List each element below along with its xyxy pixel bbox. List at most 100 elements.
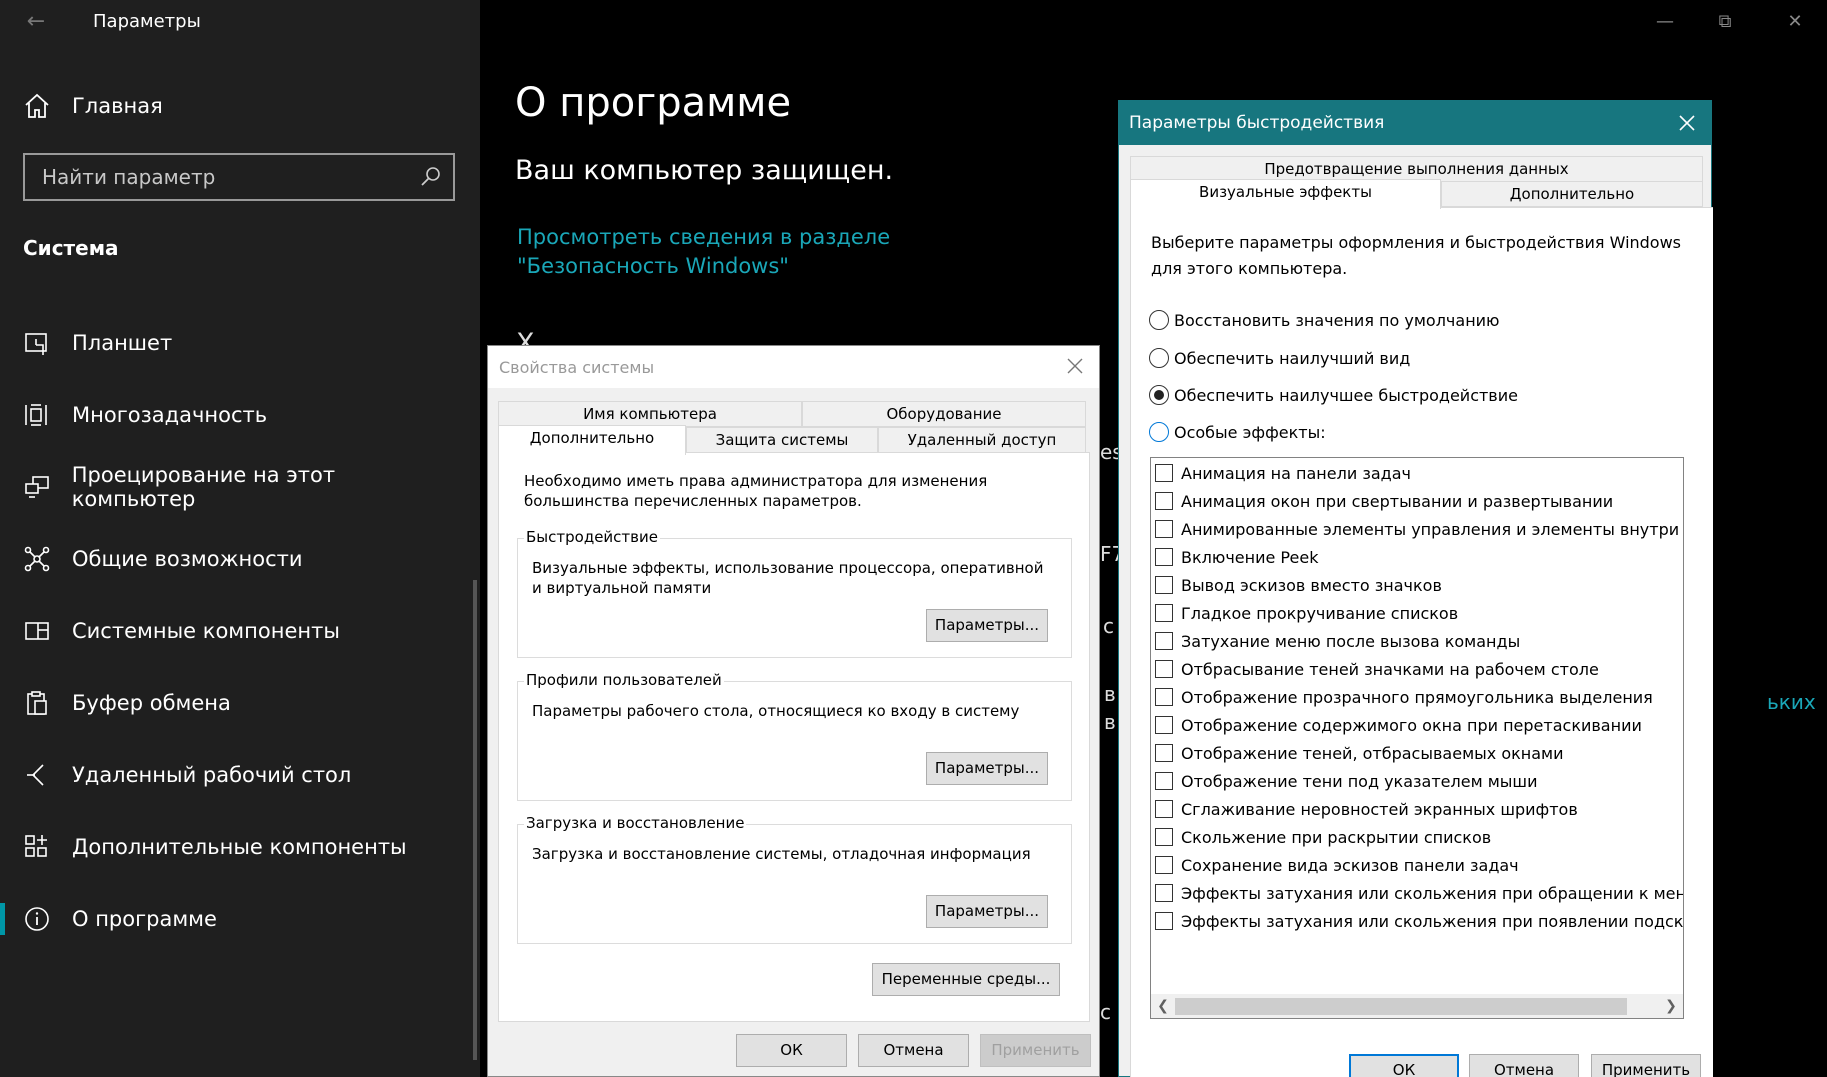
- projecting-icon: [25, 476, 49, 498]
- radio-custom[interactable]: Особые эффекты:: [1149, 420, 1326, 444]
- partially-hidden-text: в: [1104, 682, 1116, 706]
- apply-button[interactable]: Применить: [980, 1034, 1091, 1067]
- sidebar-item-system-components[interactable]: Системные компоненты: [22, 611, 462, 651]
- scroll-right-icon[interactable]: ❯: [1659, 994, 1683, 1018]
- close-icon[interactable]: ✕: [1775, 8, 1815, 36]
- user-profiles-group: Профили пользователей Параметры рабочего…: [517, 671, 1072, 801]
- group-title: Загрузка и восстановление: [524, 814, 747, 832]
- effect-checkbox[interactable]: Анимация на панели задач: [1155, 461, 1411, 485]
- sidebar-item-label: Системные компоненты: [72, 619, 340, 643]
- effect-checkbox[interactable]: Включение Peek: [1155, 545, 1318, 569]
- startup-recovery-group: Загрузка и восстановление Загрузка и вос…: [517, 814, 1072, 944]
- tab-visual-effects[interactable]: Визуальные эффекты: [1130, 179, 1441, 209]
- sidebar-item-multitasking[interactable]: Многозадачность: [22, 395, 462, 435]
- search-icon[interactable]: [419, 165, 443, 189]
- cancel-button[interactable]: Отмена: [858, 1034, 969, 1067]
- radio-label: Обеспечить наилучшее быстродействие: [1174, 385, 1518, 405]
- sidebar-item-remote-desktop[interactable]: Удаленный рабочий стол: [22, 755, 462, 795]
- effect-label: Анимация окон при свертывании и разверты…: [1181, 491, 1614, 511]
- search-input[interactable]: [25, 155, 405, 199]
- sidebar-item-tablet[interactable]: Планшет: [22, 323, 462, 363]
- effect-label: Отбрасывание теней значками на рабочем с…: [1181, 659, 1599, 679]
- effect-checkbox[interactable]: Отбрасывание теней значками на рабочем с…: [1155, 657, 1599, 681]
- sidebar-item-label: Удаленный рабочий стол: [72, 763, 352, 787]
- visual-effects-description: Выберите параметры оформления и быстроде…: [1151, 233, 1682, 278]
- effect-checkbox[interactable]: Анимация окон при свертывании и разверты…: [1155, 489, 1613, 513]
- effect-checkbox[interactable]: Сохранение вида эскизов панели задач: [1155, 853, 1519, 877]
- performance-group: Быстродействие Визуальные эффекты, испол…: [517, 528, 1072, 658]
- system-components-icon: [25, 622, 49, 640]
- optional-features-icon: [25, 835, 47, 857]
- tab-hardware[interactable]: Оборудование: [802, 401, 1086, 427]
- sidebar-scrollbar[interactable]: [473, 580, 477, 1060]
- performance-settings-button[interactable]: Параметры...: [926, 609, 1048, 642]
- sidebar-item-shared-experiences[interactable]: Общие возможности: [22, 539, 462, 579]
- partially-hidden-text: с: [1100, 1000, 1111, 1024]
- info-icon: [25, 907, 49, 931]
- radio-let-windows-choose[interactable]: Восстановить значения по умолчанию: [1149, 308, 1500, 332]
- dialog-title-bar: Параметры быстродействия: [1119, 101, 1711, 145]
- windows-security-link[interactable]: Просмотреть сведения в разделе "Безопасн…: [517, 223, 1037, 281]
- clipboard-icon: [27, 691, 47, 715]
- dialog-title-bar: Свойства системы: [488, 346, 1099, 388]
- effect-label: Гладкое прокручивание списков: [1181, 603, 1459, 623]
- effect-checkbox[interactable]: Анимированные элементы управления и элем…: [1155, 517, 1683, 541]
- effect-checkbox[interactable]: Сглаживание неровностей экранных шрифтов: [1155, 797, 1578, 821]
- effect-checkbox[interactable]: Отображение тени под указателем мыши: [1155, 769, 1537, 793]
- minimize-icon[interactable]: —: [1645, 8, 1685, 36]
- page-title: О программе: [515, 80, 792, 126]
- effect-checkbox[interactable]: Затухание меню после вызова команды: [1155, 629, 1520, 653]
- tab-advanced[interactable]: Дополнительно: [498, 425, 686, 455]
- effect-checkbox[interactable]: Отображение прозрачного прямоугольника в…: [1155, 685, 1653, 709]
- cancel-button[interactable]: Отмена: [1469, 1054, 1579, 1077]
- user-profiles-settings-button[interactable]: Параметры...: [926, 752, 1048, 785]
- restore-icon[interactable]: ⧉: [1705, 8, 1745, 36]
- admin-note: Необходимо иметь права администратора дл…: [524, 472, 988, 510]
- search-box[interactable]: [23, 153, 455, 201]
- effect-label: Эффекты затухания или скольжения при поя…: [1181, 911, 1684, 931]
- radio-best-performance[interactable]: Обеспечить наилучшее быстродействие: [1149, 383, 1518, 407]
- back-arrow-icon[interactable]: ←: [22, 8, 50, 36]
- ok-button[interactable]: ОК: [736, 1034, 847, 1067]
- effect-checkbox[interactable]: Отображение содержимого окна при перетас…: [1155, 713, 1642, 737]
- horizontal-scrollbar[interactable]: ❮ ❯: [1151, 994, 1683, 1018]
- effect-label: Затухание меню после вызова команды: [1181, 631, 1521, 651]
- tab-computer-name[interactable]: Имя компьютера: [498, 401, 802, 427]
- effect-label: Отображение тени под указателем мыши: [1181, 771, 1538, 791]
- effect-checkbox[interactable]: Вывод эскизов вместо значков: [1155, 573, 1442, 597]
- dialog-title: Параметры быстродействия: [1129, 113, 1385, 133]
- tablet-icon: [25, 333, 47, 355]
- effect-checkbox[interactable]: Эффекты затухания или скольжения при обр…: [1155, 881, 1683, 905]
- sidebar-item-projecting[interactable]: Проецирование на этот компьютер: [22, 463, 462, 511]
- sidebar-item-about[interactable]: О программе: [0, 899, 462, 939]
- effect-label: Включение Peek: [1181, 547, 1319, 567]
- visual-effects-list[interactable]: Анимация на панели задач Анимация окон п…: [1150, 457, 1684, 1019]
- partially-hidden-link[interactable]: ьких: [1767, 690, 1816, 714]
- home-nav-item[interactable]: Главная: [22, 90, 163, 122]
- scroll-left-icon[interactable]: ❮: [1151, 994, 1175, 1018]
- effect-checkbox[interactable]: Эффекты затухания или скольжения при поя…: [1155, 909, 1684, 933]
- sidebar-item-clipboard[interactable]: Буфер обмена: [22, 683, 462, 723]
- tab-system-protection[interactable]: Защита системы: [686, 427, 878, 453]
- startup-recovery-settings-button[interactable]: Параметры...: [926, 895, 1048, 928]
- dialog-title: Свойства системы: [499, 357, 655, 377]
- radio-label: Восстановить значения по умолчанию: [1174, 310, 1500, 330]
- tab-advanced[interactable]: Дополнительно: [1441, 181, 1703, 207]
- close-icon[interactable]: [1063, 354, 1087, 378]
- effect-checkbox[interactable]: Отображение теней, отбрасываемых окнами: [1155, 741, 1564, 765]
- ok-button[interactable]: ОК: [1349, 1054, 1459, 1077]
- group-title: Быстродействие: [524, 528, 660, 546]
- group-description: Параметры рабочего стола, относящиеся ко…: [532, 702, 1020, 720]
- scrollbar-thumb[interactable]: [1175, 998, 1627, 1015]
- radio-best-appearance[interactable]: Обеспечить наилучший вид: [1149, 346, 1410, 370]
- tab-remote[interactable]: Удаленный доступ: [878, 427, 1086, 453]
- effect-checkbox[interactable]: Скольжение при раскрытии списков: [1155, 825, 1491, 849]
- environment-variables-button[interactable]: Переменные среды...: [872, 963, 1060, 996]
- group-title: Профили пользователей: [524, 671, 724, 689]
- effect-checkbox[interactable]: Гладкое прокручивание списков: [1155, 601, 1458, 625]
- apply-button[interactable]: Применить: [1591, 1054, 1701, 1077]
- effect-label: Скольжение при раскрытии списков: [1181, 827, 1492, 847]
- close-icon[interactable]: [1675, 111, 1699, 135]
- protection-status: Ваш компьютер защищен.: [515, 155, 894, 186]
- sidebar-item-optional-features[interactable]: Дополнительные компоненты: [22, 827, 462, 867]
